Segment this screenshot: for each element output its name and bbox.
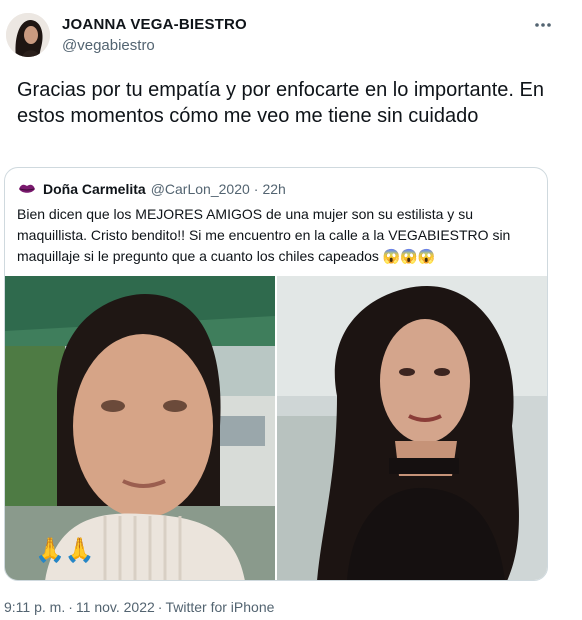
- pray-emoji-overlay: 🙏🙏: [35, 537, 95, 564]
- author-name[interactable]: JOANNA VEGA-BIESTRO: [62, 16, 247, 33]
- glam-photo-icon: [277, 276, 547, 580]
- quoted-author-handle[interactable]: @CarLon_2020: [151, 181, 250, 197]
- tweet-date[interactable]: 11 nov. 2022: [76, 599, 155, 615]
- quoted-tweet-header: Doña Carmelita @CarLon_2020 · 22h: [17, 179, 286, 199]
- quoted-tweet-body: Bien dicen que los MEJORES AMIGOS de una…: [17, 206, 511, 264]
- tweet-source[interactable]: Twitter for iPhone: [165, 599, 274, 615]
- photo-glam[interactable]: [277, 276, 547, 580]
- quoted-timestamp[interactable]: 22h: [262, 181, 285, 197]
- avatar-photo-icon: [6, 13, 50, 57]
- photo-no-makeup[interactable]: 🙏🙏: [5, 276, 275, 580]
- meta-separator: ·: [68, 599, 73, 615]
- quoted-tweet-text: Bien dicen que los MEJORES AMIGOS de una…: [17, 204, 537, 267]
- more-options-button[interactable]: [530, 12, 556, 38]
- tweet-text: Gracias por tu empatía y por enfocarte e…: [17, 79, 544, 127]
- more-icon: [535, 23, 551, 27]
- author-handle[interactable]: @vegabiestro: [62, 37, 155, 54]
- scream-emoji: 😱: [417, 248, 436, 264]
- quoted-author-name[interactable]: Doña Carmelita: [43, 181, 146, 197]
- scream-emoji: 😱: [382, 248, 401, 264]
- lips-avatar-icon: [17, 179, 37, 199]
- scream-emoji: 😱: [400, 248, 418, 264]
- quoted-separator: ·: [253, 181, 259, 197]
- tweet-time[interactable]: 9:11 p. m.: [4, 599, 65, 615]
- meta-separator: ·: [157, 599, 163, 615]
- quoted-tweet-media: 🙏🙏: [5, 276, 547, 580]
- tweet-meta: 9:11 p. m. · 11 nov. 2022 · Twitter for iPho…: [4, 599, 277, 615]
- quoted-tweet-card[interactable]: Doña Carmelita @CarLon_2020 · 22h Bien d…: [4, 167, 548, 581]
- author-avatar[interactable]: [6, 13, 50, 57]
